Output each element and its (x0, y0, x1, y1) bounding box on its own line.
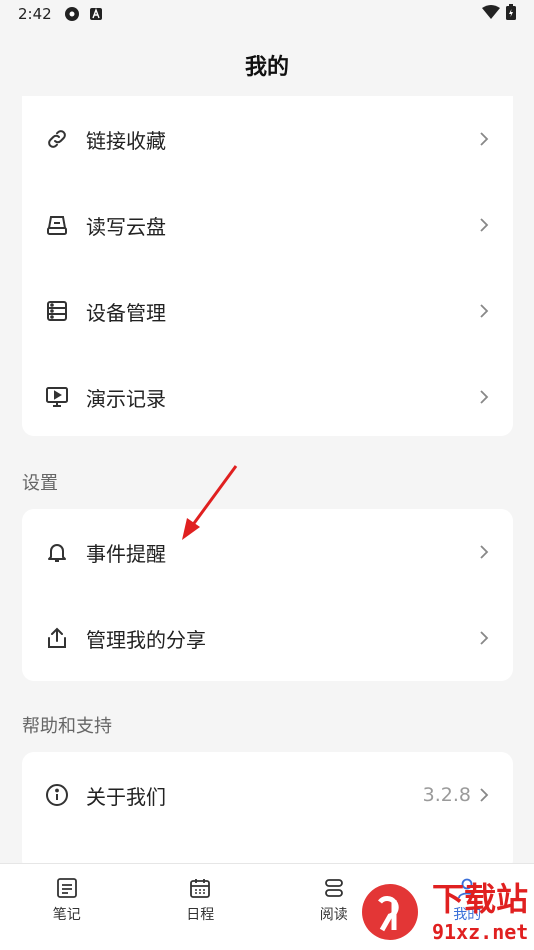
settings-card: 事件提醒 管理我的分享 (22, 509, 513, 681)
menu-item-label: 演示记录 (86, 386, 166, 411)
watermark-domain: 91xz.net (432, 920, 529, 944)
status-time: 2:42 (18, 5, 52, 23)
tab-label: 笔记 (52, 907, 81, 923)
menu-item-presentation-records[interactable]: 演示记录 (22, 354, 513, 436)
notes-icon (55, 876, 79, 900)
menu-item-label: 管理我的分享 (86, 627, 206, 652)
menu-item-label: 读写云盘 (86, 214, 166, 239)
app-notification-icon (64, 6, 80, 22)
help-card: 关于我们 3.2.8 (22, 752, 513, 872)
tab-label: 日程 (186, 907, 215, 923)
chevron-right-icon (479, 630, 491, 646)
chevron-right-icon (479, 389, 491, 405)
bell-icon (44, 539, 70, 565)
cloud-drive-icon (44, 212, 70, 238)
battery-icon (506, 4, 516, 24)
link-icon (44, 126, 70, 152)
top-menu-card: 链接收藏 读写云盘 设备管理 演示记录 (22, 96, 513, 436)
menu-item-cloud-drive[interactable]: 读写云盘 (22, 182, 513, 268)
chevron-right-icon (479, 303, 491, 319)
section-title-help: 帮助和支持 (22, 716, 112, 737)
status-bar: 2:42 (0, 0, 534, 28)
chevron-right-icon (479, 544, 491, 560)
tab-schedule[interactable]: 日程 (134, 864, 268, 950)
version-value: 3.2.8 (422, 784, 471, 806)
calendar-icon (188, 876, 212, 900)
share-icon (44, 625, 70, 651)
reading-icon (322, 876, 346, 900)
watermark: 下载站 91xz.net (360, 872, 534, 950)
menu-item-label: 事件提醒 (86, 541, 166, 566)
watermark-text: 下载站 (432, 880, 529, 918)
menu-item-label: 设备管理 (86, 300, 166, 325)
tab-label: 阅读 (319, 907, 348, 923)
wifi-icon (482, 5, 500, 23)
chevron-right-icon (479, 217, 491, 233)
menu-item-device-management[interactable]: 设备管理 (22, 268, 513, 354)
menu-item-link-collection[interactable]: 链接收藏 (22, 96, 513, 182)
tab-notes[interactable]: 笔记 (0, 864, 134, 950)
device-icon (44, 298, 70, 324)
chevron-right-icon (479, 787, 491, 803)
menu-item-manage-shares[interactable]: 管理我的分享 (22, 595, 513, 681)
menu-item-label: 关于我们 (86, 784, 166, 809)
page-header: 我的 (0, 40, 534, 90)
chevron-right-icon (479, 131, 491, 147)
menu-item-label: 链接收藏 (86, 128, 166, 153)
a-notification-icon (89, 8, 102, 20)
presentation-icon (44, 384, 70, 410)
menu-item-about-us[interactable]: 关于我们 3.2.8 (22, 752, 513, 838)
section-title-settings: 设置 (22, 473, 58, 494)
page-title: 我的 (244, 55, 289, 80)
info-icon (44, 782, 70, 808)
menu-item-event-reminder[interactable]: 事件提醒 (22, 509, 513, 595)
